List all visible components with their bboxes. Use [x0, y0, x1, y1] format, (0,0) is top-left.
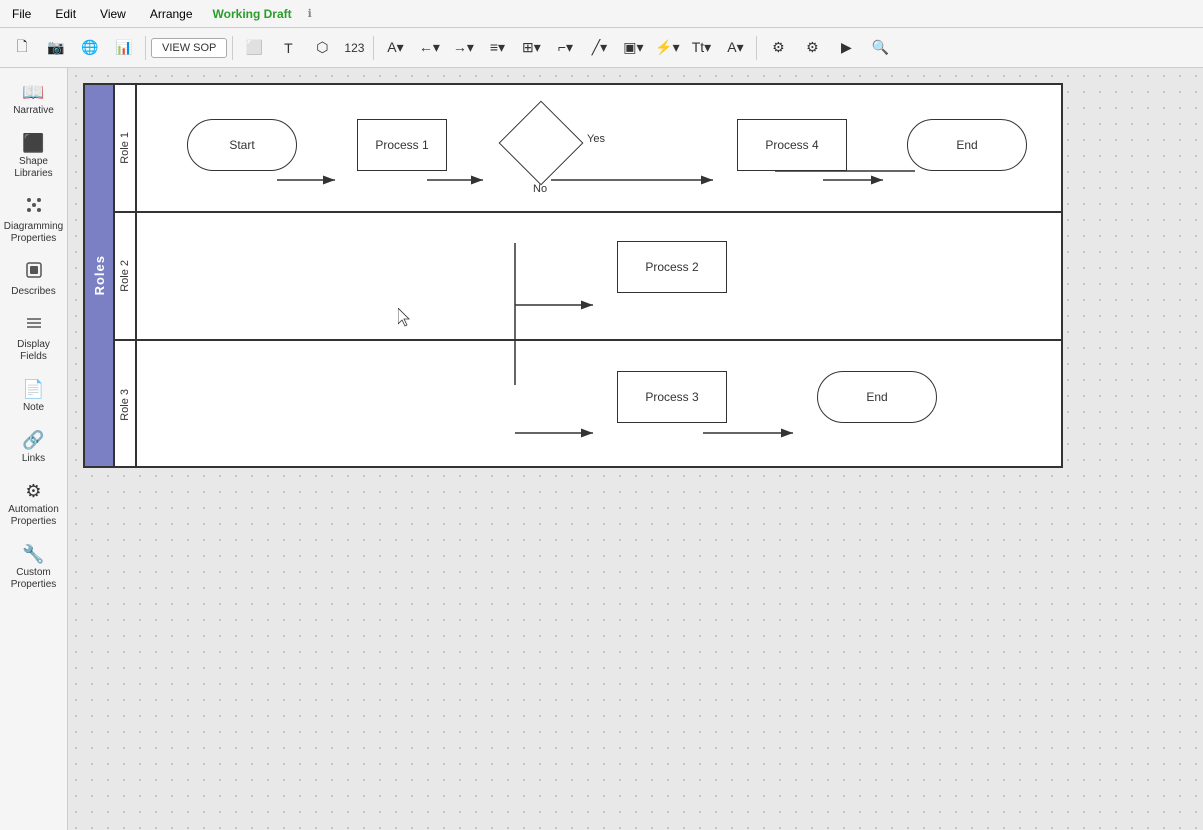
menu-bar: File Edit View Arrange Working Draft ℹ [0, 0, 1203, 28]
lane-role1-content[interactable]: Start Process 1 Yes [137, 85, 1061, 211]
sidebar-display-fields-label: Display Fields [6, 339, 62, 363]
settings1-button[interactable]: ⚙ [762, 33, 794, 63]
lane-role3-header: Role 3 [115, 341, 137, 468]
align-button[interactable]: ≡▾ [481, 33, 513, 63]
sidebar-item-narrative[interactable]: 📖 Narrative [2, 76, 66, 123]
line-color-button[interactable]: A▾ [379, 33, 411, 63]
sidebar-links-label: Links [22, 453, 45, 465]
sidebar-item-links[interactable]: 🔗 Links [2, 424, 66, 471]
yes-label: Yes [587, 133, 605, 145]
sidebar-describes-label: Describes [11, 286, 55, 298]
lane-role3-label: Role 3 [119, 389, 131, 421]
no-label: No [533, 183, 547, 195]
links-icon: 🔗 [22, 430, 44, 451]
shape-tool-button[interactable]: ⬡ [306, 33, 338, 63]
narrative-icon: 📖 [22, 82, 44, 103]
decision-shape[interactable] [507, 109, 575, 177]
document-title[interactable]: Working Draft [213, 7, 292, 21]
menu-file[interactable]: File [8, 5, 35, 23]
arrow-end-button[interactable]: →▾ [447, 33, 479, 63]
line-style-button[interactable]: ╱▾ [583, 33, 615, 63]
arrow-start-button[interactable]: ←▾ [413, 33, 445, 63]
lane-role2-header: Role 2 [115, 213, 137, 339]
sidebar-item-display-fields[interactable]: Display Fields [2, 308, 66, 369]
lane-role1: Role 1 Start Process 1 [115, 85, 1061, 213]
canvas-area[interactable]: Roles Role 1 Start Pr [68, 68, 1203, 830]
distribute-button[interactable]: ⊞▾ [515, 33, 547, 63]
automation-icon: ⚙ [25, 481, 41, 502]
process1-shape[interactable]: Process 1 [357, 119, 447, 171]
sidebar-custom-label: Custom Properties [6, 567, 62, 591]
sidebar-item-shape-libraries[interactable]: ⬛ Shape Libraries [2, 127, 66, 186]
sidebar-item-automation[interactable]: ⚙ Automation Properties [2, 475, 66, 534]
sidebar: 📖 Narrative ⬛ Shape Libraries Diagrammin… [0, 68, 68, 830]
main-area: 📖 Narrative ⬛ Shape Libraries Diagrammin… [0, 68, 1203, 830]
lane-role2-label: Role 2 [119, 260, 131, 292]
sidebar-item-custom[interactable]: 🔧 Custom Properties [2, 538, 66, 597]
fill-button[interactable]: ▣▾ [617, 33, 649, 63]
separator-3 [373, 36, 374, 60]
waypoint-button[interactable]: ⚡▾ [651, 33, 683, 63]
sidebar-narrative-label: Narrative [13, 105, 54, 117]
menu-edit[interactable]: Edit [51, 5, 80, 23]
diagramming-icon [25, 196, 43, 219]
text-tool-button[interactable]: T [272, 33, 304, 63]
note-icon: 📄 [22, 379, 44, 400]
shape-libraries-icon: ⬛ [22, 133, 44, 154]
process2-shape[interactable]: Process 2 [617, 241, 727, 293]
font-size-button[interactable]: Tt▾ [685, 33, 717, 63]
separator-1 [145, 36, 146, 60]
swimlane-diagram[interactable]: Roles Role 1 Start Pr [83, 83, 1063, 468]
display-fields-icon [25, 314, 43, 337]
lane-role2: Role 2 Process 2 [115, 213, 1061, 341]
play-button[interactable]: ▶ [830, 33, 862, 63]
search-button[interactable]: 🔍 [864, 33, 896, 63]
globe-button[interactable]: 🌐 [74, 33, 106, 63]
settings2-button[interactable]: ⚙ [796, 33, 828, 63]
menu-view[interactable]: View [96, 5, 130, 23]
number-display: 123 [340, 41, 368, 55]
lanes-area: Role 1 Start Process 1 [115, 85, 1061, 466]
describes-icon [25, 261, 43, 284]
lane-role3-content[interactable]: Process 3 End [137, 341, 1061, 468]
connector-button[interactable]: ⌐▾ [549, 33, 581, 63]
sidebar-item-diagramming[interactable]: Diagramming Properties [2, 190, 66, 251]
process4-shape[interactable]: Process 4 [737, 119, 847, 171]
roles-label: Roles [92, 255, 107, 295]
info-icon[interactable]: ℹ [308, 7, 312, 20]
lane-role1-label: Role 1 [119, 132, 131, 164]
camera-button[interactable]: 📷 [40, 33, 72, 63]
sidebar-diagramming-label: Diagramming Properties [4, 221, 63, 245]
end2-shape[interactable]: End [817, 371, 937, 423]
text-color-button[interactable]: A▾ [719, 33, 751, 63]
roles-header: Roles [85, 85, 115, 466]
lane-role1-header: Role 1 [115, 85, 137, 211]
custom-icon: 🔧 [22, 544, 44, 565]
separator-2 [232, 36, 233, 60]
process3-shape[interactable]: Process 3 [617, 371, 727, 423]
lane-role2-content[interactable]: Process 2 [137, 213, 1061, 339]
sidebar-automation-label: Automation Properties [6, 504, 62, 528]
separator-4 [756, 36, 757, 60]
end1-shape[interactable]: End [907, 119, 1027, 171]
sidebar-item-describes[interactable]: Describes [2, 255, 66, 304]
lane-role3: Role 3 Process 3 End [115, 341, 1061, 468]
new-file-button[interactable]: 🗋 [6, 33, 38, 63]
toolbar: 🗋 📷 🌐 📊 VIEW SOP ⬜ T ⬡ 123 A▾ ←▾ →▾ ≡▾ ⊞… [0, 28, 1203, 68]
start-shape[interactable]: Start [187, 119, 297, 171]
sidebar-note-label: Note [23, 402, 44, 414]
diamond-inner [499, 101, 584, 186]
view-sop-button[interactable]: VIEW SOP [151, 38, 227, 58]
menu-arrange[interactable]: Arrange [146, 5, 197, 23]
chart-button[interactable]: 📊 [108, 33, 140, 63]
select-tool-button[interactable]: ⬜ [238, 33, 270, 63]
sidebar-shape-label: Shape Libraries [6, 156, 62, 180]
sidebar-item-note[interactable]: 📄 Note [2, 373, 66, 420]
